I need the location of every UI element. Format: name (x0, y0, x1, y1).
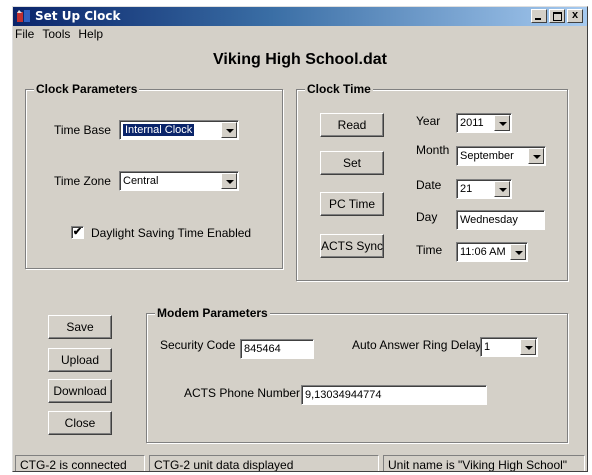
pc-time-button[interactable]: PC Time (320, 192, 384, 216)
day-label: Day (416, 210, 438, 224)
month-select[interactable]: September (456, 146, 546, 166)
chevron-down-icon[interactable] (494, 115, 510, 131)
set-button[interactable]: Set (320, 151, 384, 175)
ring-delay-value: 1 (484, 341, 491, 353)
clock-time-label: Clock Time (305, 82, 373, 96)
menu-file[interactable]: File (15, 27, 34, 43)
menu-bar: File Tools Help (13, 27, 587, 43)
time-value: 11:06 AM (460, 246, 506, 258)
window-title: Set Up Clock (35, 9, 121, 23)
chevron-down-icon[interactable] (221, 173, 237, 189)
download-button[interactable]: Download (48, 379, 112, 403)
close-button[interactable]: Close (48, 411, 112, 435)
time-base-select[interactable]: Internal Clock (119, 120, 239, 140)
time-zone-select[interactable]: Central (119, 171, 239, 191)
menu-help[interactable]: Help (78, 27, 103, 43)
acts-sync-button[interactable]: ACTS Sync (320, 234, 384, 258)
dst-label[interactable]: Daylight Saving Time Enabled (91, 226, 251, 240)
status-bar: CTG-2 is connected CTG-2 unit data displ… (13, 455, 587, 471)
year-value: 2011 (460, 117, 484, 129)
month-label: Month (416, 143, 450, 157)
year-label: Year (416, 114, 441, 128)
app-icon (17, 10, 30, 22)
status-connection: CTG-2 is connected (15, 455, 145, 471)
acts-phone-field[interactable]: 9,13034944774 (301, 385, 487, 405)
time-select[interactable]: 11:06 AM (456, 242, 528, 262)
modem-parameters-label: Modem Parameters (155, 306, 270, 320)
chevron-down-icon[interactable] (510, 244, 526, 260)
modem-parameters-group: Modem Parameters (146, 306, 568, 443)
chevron-down-icon[interactable] (494, 181, 510, 197)
day-field[interactable]: Wednesday (456, 210, 545, 230)
maximize-button[interactable] (549, 9, 565, 23)
time-zone-label: Time Zone (54, 174, 111, 188)
save-button[interactable]: Save (48, 315, 112, 339)
ring-delay-label: Auto Answer Ring Delay (352, 338, 482, 352)
menu-tools[interactable]: Tools (42, 27, 70, 43)
ring-delay-select[interactable]: 1 (480, 337, 538, 357)
acts-phone-label: ACTS Phone Number (184, 386, 301, 400)
chevron-down-icon[interactable] (221, 122, 237, 138)
read-button[interactable]: Read (320, 113, 384, 137)
date-value: 21 (460, 183, 473, 195)
time-base-value: Internal Clock (123, 124, 195, 136)
month-value: September (460, 150, 514, 162)
status-unit-name: Unit name is "Viking High School" (383, 455, 585, 471)
date-label: Date (416, 178, 442, 192)
chevron-down-icon[interactable] (528, 148, 544, 164)
set-up-clock-window: Set Up Clock x File Tools Help Viking Hi… (12, 6, 588, 472)
chevron-down-icon[interactable] (520, 339, 536, 355)
clock-parameters-label: Clock Parameters (34, 82, 140, 96)
time-base-label: Time Base (54, 123, 111, 137)
status-data: CTG-2 unit data displayed (149, 455, 379, 471)
year-select[interactable]: 2011 (456, 113, 512, 133)
close-window-button[interactable]: x (567, 9, 583, 23)
security-code-field[interactable]: 845464 (240, 339, 314, 359)
title-bar[interactable]: Set Up Clock x (13, 7, 587, 26)
time-label: Time (416, 243, 443, 257)
upload-button[interactable]: Upload (48, 348, 112, 372)
time-zone-value: Central (123, 175, 159, 187)
document-title: Viking High School.dat (213, 51, 387, 68)
dst-checkbox[interactable]: ✔ (71, 226, 84, 239)
minimize-button[interactable] (531, 9, 547, 23)
date-select[interactable]: 21 (456, 179, 512, 199)
security-code-label: Security Code (160, 338, 236, 352)
